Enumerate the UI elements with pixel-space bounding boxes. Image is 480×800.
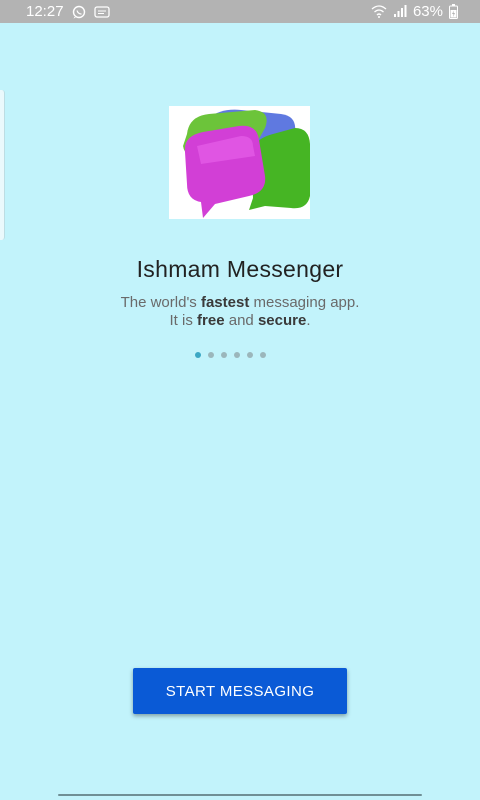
tagline-text: The world's (120, 294, 201, 311)
page-indicator[interactable] (195, 352, 266, 358)
message-icon (93, 5, 110, 18)
battery-icon (449, 4, 458, 19)
page-dot-1[interactable] (195, 352, 201, 358)
whatsapp-icon (71, 5, 87, 19)
tagline-text: . (306, 312, 311, 329)
chat-bubbles-logo-icon (183, 109, 310, 218)
status-right: 63% (371, 3, 458, 20)
page-dot-2[interactable] (208, 352, 214, 358)
app-title: Ishmam Messenger (136, 256, 344, 282)
status-bar: 12:27 63% (0, 0, 480, 23)
wifi-icon (371, 5, 387, 18)
tagline-emphasis: free (197, 312, 225, 329)
tagline-text: and (224, 312, 258, 329)
navigation-bar (0, 792, 480, 800)
tagline-text: It is (169, 312, 198, 329)
start-messaging-button[interactable]: START MESSAGING (133, 668, 347, 714)
page-dot-3[interactable] (221, 352, 227, 358)
battery-percent: 63% (412, 3, 443, 20)
tagline-emphasis: fastest (200, 294, 250, 311)
status-time: 12:27 (26, 3, 64, 20)
signal-icon (393, 5, 407, 18)
tagline-line-2: It is free and secure. (0, 312, 480, 330)
gesture-bar[interactable] (58, 794, 422, 796)
page-dot-6[interactable] (260, 352, 266, 358)
status-left: 12:27 (26, 3, 110, 20)
page-dot-5[interactable] (247, 352, 253, 358)
tagline-emphasis: secure (257, 312, 307, 329)
tagline-text: messaging app. (249, 294, 360, 311)
app-logo (169, 106, 310, 219)
page-dot-4[interactable] (234, 352, 240, 358)
app-tagline: The world's fastest messaging app. It is… (0, 294, 480, 330)
tagline-line-1: The world's fastest messaging app. (0, 294, 480, 312)
edge-panel-handle[interactable] (0, 90, 5, 240)
